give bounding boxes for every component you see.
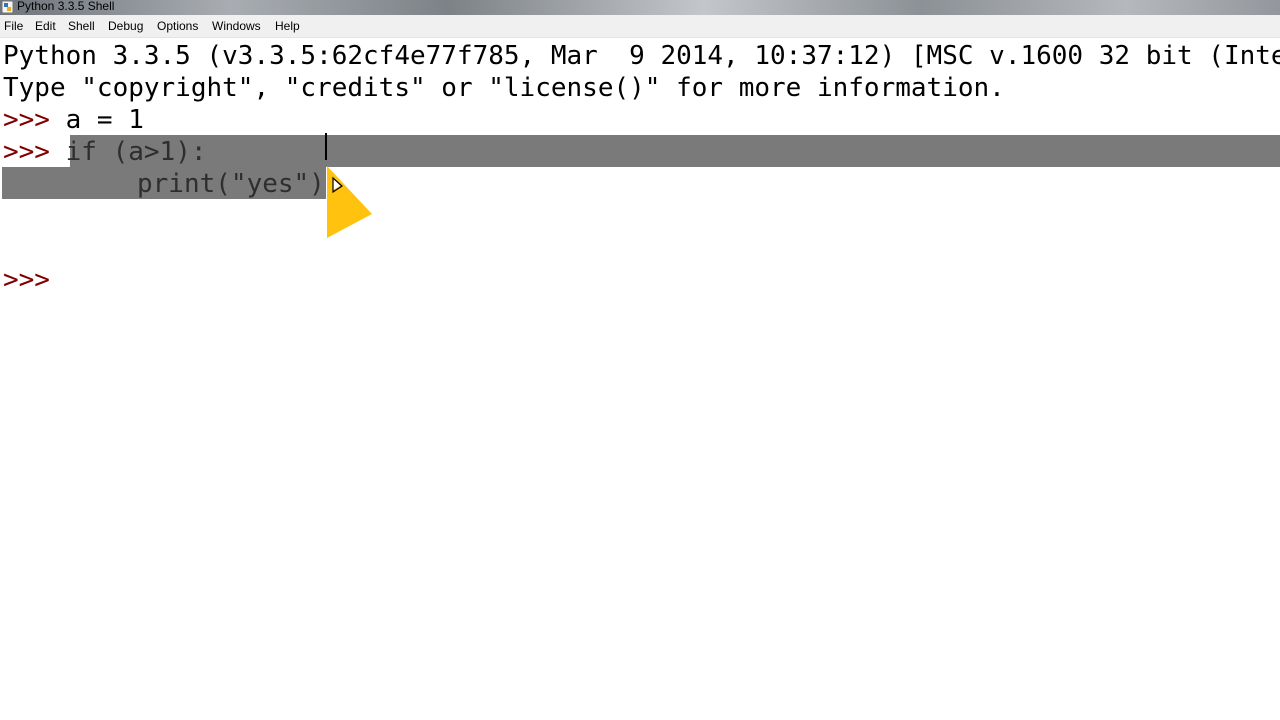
input-line-2: >>> if (a>1): xyxy=(3,136,207,168)
shell-text-area[interactable]: Python 3.3.5 (v3.3.5:62cf4e77f785, Mar 9… xyxy=(0,38,1280,720)
shell-prompt: >>> xyxy=(3,105,50,135)
banner-line-2: Type "copyright", "credits" or "license(… xyxy=(3,73,1005,103)
python-shell-icon xyxy=(2,1,13,13)
shell-prompt: >>> xyxy=(3,265,50,295)
selection-highlight xyxy=(70,135,1280,167)
menu-help[interactable]: Help xyxy=(275,19,300,33)
input-line-3: print("yes") xyxy=(137,168,325,200)
banner-line-1: Python 3.3.5 (v3.3.5:62cf4e77f785, Mar 9… xyxy=(3,41,1280,71)
menu-bar: File Edit Shell Debug Options Windows He… xyxy=(0,15,1280,38)
shell-prompt: >>> xyxy=(3,137,50,167)
menu-windows[interactable]: Windows xyxy=(212,19,261,33)
selected-code: print("yes") xyxy=(137,169,325,199)
command-text: a = 1 xyxy=(49,105,144,135)
input-line-4: >>> xyxy=(3,264,50,296)
python-shell-window: Python 3.3.5 Shell File Edit Shell Debug… xyxy=(0,0,1280,720)
window-title: Python 3.3.5 Shell xyxy=(17,0,115,13)
selected-code: if (a>1): xyxy=(65,137,207,167)
mouse-pointer-icon xyxy=(327,166,372,238)
menu-edit[interactable]: Edit xyxy=(35,19,56,33)
title-bar[interactable]: Python 3.3.5 Shell xyxy=(0,0,1280,15)
menu-shell[interactable]: Shell xyxy=(68,19,95,33)
menu-file[interactable]: File xyxy=(4,19,23,33)
menu-options[interactable]: Options xyxy=(157,19,198,33)
menu-debug[interactable]: Debug xyxy=(108,19,143,33)
text-caret xyxy=(325,133,327,160)
input-line-1: >>> a = 1 xyxy=(3,104,144,136)
